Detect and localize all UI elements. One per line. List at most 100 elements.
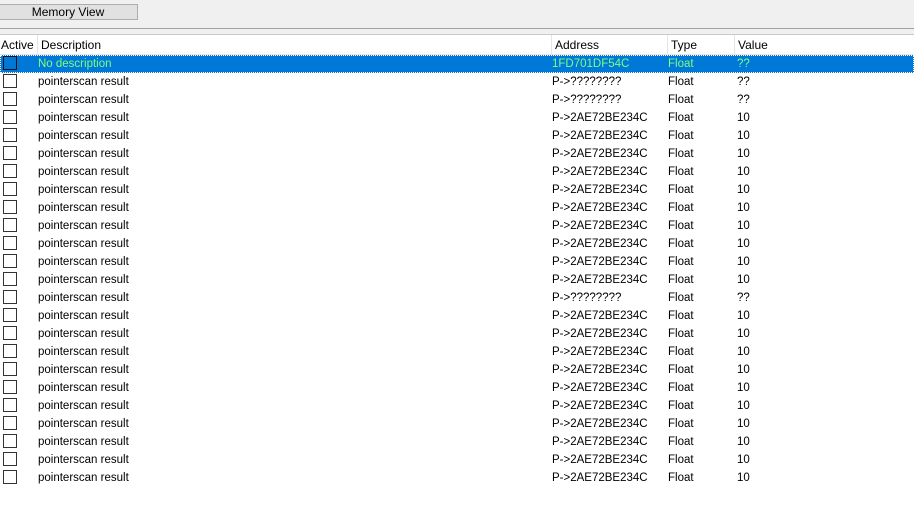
table-row[interactable]: pointerscan result P->2AE72BE234C Float 10: [0, 379, 914, 397]
value-cell[interactable]: 10: [737, 145, 907, 163]
value-cell[interactable]: 10: [737, 325, 907, 343]
active-checkbox[interactable]: [3, 128, 17, 142]
column-header-type[interactable]: Type: [668, 35, 735, 55]
description-cell[interactable]: pointerscan result: [38, 469, 548, 487]
address-cell[interactable]: P->2AE72BE234C: [552, 397, 666, 415]
table-row[interactable]: pointerscan result P->2AE72BE234C Float 10: [0, 199, 914, 217]
value-cell[interactable]: ??: [737, 73, 907, 91]
description-cell[interactable]: pointerscan result: [38, 145, 548, 163]
table-row[interactable]: pointerscan result P->2AE72BE234C Float 10: [0, 307, 914, 325]
description-cell[interactable]: pointerscan result: [38, 253, 548, 271]
value-cell[interactable]: 10: [737, 397, 907, 415]
active-checkbox[interactable]: [3, 272, 17, 286]
active-checkbox[interactable]: [3, 182, 17, 196]
address-cell[interactable]: P->2AE72BE234C: [552, 415, 666, 433]
address-cell[interactable]: P->2AE72BE234C: [552, 451, 666, 469]
description-cell[interactable]: pointerscan result: [38, 379, 548, 397]
type-cell[interactable]: Float: [668, 325, 734, 343]
table-row[interactable]: pointerscan result P->2AE72BE234C Float 10: [0, 397, 914, 415]
value-cell[interactable]: ??: [737, 289, 907, 307]
table-row[interactable]: pointerscan result P->2AE72BE234C Float 10: [0, 469, 914, 487]
type-cell[interactable]: Float: [668, 379, 734, 397]
active-checkbox[interactable]: [3, 326, 17, 340]
type-cell[interactable]: Float: [668, 361, 734, 379]
type-cell[interactable]: Float: [668, 235, 734, 253]
value-cell[interactable]: 10: [737, 253, 907, 271]
active-checkbox[interactable]: [3, 416, 17, 430]
type-cell[interactable]: Float: [668, 217, 734, 235]
table-row[interactable]: No description 1FD701DF54C Float??: [0, 55, 914, 73]
active-checkbox[interactable]: [3, 398, 17, 412]
value-cell[interactable]: 10: [737, 199, 907, 217]
description-cell[interactable]: pointerscan result: [38, 235, 548, 253]
address-cell[interactable]: P->2AE72BE234C: [552, 199, 666, 217]
active-checkbox[interactable]: [3, 146, 17, 160]
type-cell[interactable]: Float: [668, 55, 734, 73]
address-cell[interactable]: P->????????: [552, 91, 666, 109]
address-cell[interactable]: P->2AE72BE234C: [552, 469, 666, 487]
type-cell[interactable]: Float: [668, 199, 734, 217]
active-checkbox[interactable]: [3, 470, 17, 484]
table-row[interactable]: pointerscan result P->???????? Float??: [0, 73, 914, 91]
table-row[interactable]: pointerscan result P->2AE72BE234C Float 10: [0, 235, 914, 253]
type-cell[interactable]: Float: [668, 415, 734, 433]
table-row[interactable]: pointerscan result P->2AE72BE234C Float 10: [0, 325, 914, 343]
table-row[interactable]: pointerscan result P->2AE72BE234C Float 10: [0, 343, 914, 361]
address-cell[interactable]: P->2AE72BE234C: [552, 235, 666, 253]
value-cell[interactable]: 10: [737, 307, 907, 325]
type-cell[interactable]: Float: [668, 433, 734, 451]
type-cell[interactable]: Float: [668, 181, 734, 199]
value-cell[interactable]: 10: [737, 415, 907, 433]
table-row[interactable]: pointerscan result P->2AE72BE234C Float 10: [0, 271, 914, 289]
description-cell[interactable]: pointerscan result: [38, 397, 548, 415]
table-row[interactable]: pointerscan result P->2AE72BE234C Float 10: [0, 361, 914, 379]
table-row[interactable]: pointerscan result P->2AE72BE234C Float 10: [0, 181, 914, 199]
active-checkbox[interactable]: [3, 74, 17, 88]
value-cell[interactable]: 10: [737, 271, 907, 289]
active-checkbox[interactable]: [3, 110, 17, 124]
table-row[interactable]: pointerscan result P->???????? Float??: [0, 289, 914, 307]
active-checkbox[interactable]: [3, 452, 17, 466]
description-cell[interactable]: pointerscan result: [38, 415, 548, 433]
type-cell[interactable]: Float: [668, 73, 734, 91]
value-cell[interactable]: 10: [737, 343, 907, 361]
description-cell[interactable]: pointerscan result: [38, 91, 548, 109]
description-cell[interactable]: pointerscan result: [38, 451, 548, 469]
value-cell[interactable]: 10: [737, 163, 907, 181]
description-cell[interactable]: pointerscan result: [38, 325, 548, 343]
column-header-value[interactable]: Value: [735, 35, 914, 55]
address-cell[interactable]: P->2AE72BE234C: [552, 127, 666, 145]
table-row[interactable]: pointerscan result P->2AE72BE234C Float 10: [0, 163, 914, 181]
active-checkbox[interactable]: [3, 56, 17, 70]
column-header-description[interactable]: Description: [38, 35, 552, 55]
value-cell[interactable]: 10: [737, 379, 907, 397]
address-cell[interactable]: P->2AE72BE234C: [552, 145, 666, 163]
table-row[interactable]: pointerscan result P->2AE72BE234C Float 10: [0, 253, 914, 271]
active-checkbox[interactable]: [3, 236, 17, 250]
active-checkbox[interactable]: [3, 308, 17, 322]
address-cell[interactable]: P->2AE72BE234C: [552, 361, 666, 379]
active-checkbox[interactable]: [3, 344, 17, 358]
address-cell[interactable]: P->2AE72BE234C: [552, 253, 666, 271]
description-cell[interactable]: pointerscan result: [38, 433, 548, 451]
active-checkbox[interactable]: [3, 254, 17, 268]
description-cell[interactable]: pointerscan result: [38, 217, 548, 235]
address-cell[interactable]: P->2AE72BE234C: [552, 109, 666, 127]
type-cell[interactable]: Float: [668, 253, 734, 271]
address-cell[interactable]: P->2AE72BE234C: [552, 325, 666, 343]
type-cell[interactable]: Float: [668, 451, 734, 469]
description-cell[interactable]: No description: [38, 55, 548, 73]
value-cell[interactable]: 10: [737, 469, 907, 487]
table-row[interactable]: pointerscan result P->2AE72BE234C Float 10: [0, 451, 914, 469]
address-cell[interactable]: P->2AE72BE234C: [552, 433, 666, 451]
description-cell[interactable]: pointerscan result: [38, 181, 548, 199]
value-cell[interactable]: 10: [737, 181, 907, 199]
type-cell[interactable]: Float: [668, 289, 734, 307]
value-cell[interactable]: ??: [737, 55, 907, 73]
value-cell[interactable]: 10: [737, 433, 907, 451]
value-cell[interactable]: 10: [737, 127, 907, 145]
address-list[interactable]: Active Description Address Type Value No…: [0, 35, 914, 512]
type-cell[interactable]: Float: [668, 163, 734, 181]
value-cell[interactable]: 10: [737, 235, 907, 253]
address-cell[interactable]: P->????????: [552, 289, 666, 307]
